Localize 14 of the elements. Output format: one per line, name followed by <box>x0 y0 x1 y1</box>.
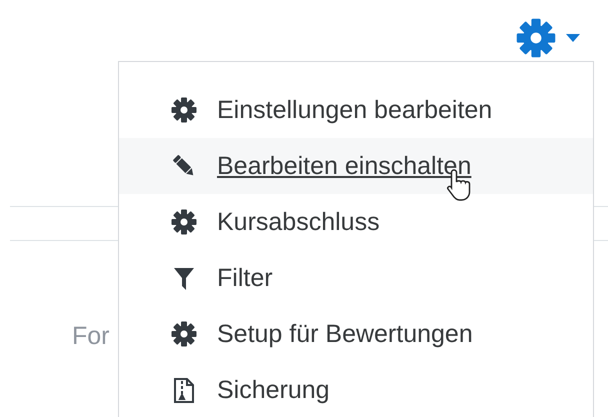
gear-icon <box>171 97 197 123</box>
archive-file-icon <box>171 377 197 403</box>
partial-text: For <box>72 322 110 350</box>
gear-icon <box>516 18 556 58</box>
menu-item[interactable]: Filter <box>119 250 593 306</box>
filter-icon <box>171 265 197 291</box>
menu-item[interactable]: Bearbeiten einschalten <box>119 138 593 194</box>
gear-icon <box>171 209 197 235</box>
menu-item[interactable]: Kursabschluss <box>119 194 593 250</box>
menu-item[interactable]: Sicherung <box>119 362 593 417</box>
gear-icon <box>171 321 197 347</box>
menu-item[interactable]: Setup für Bewertungen <box>119 306 593 362</box>
menu-item[interactable]: Einstellungen bearbeiten <box>119 82 593 138</box>
caret-icon <box>566 34 580 42</box>
